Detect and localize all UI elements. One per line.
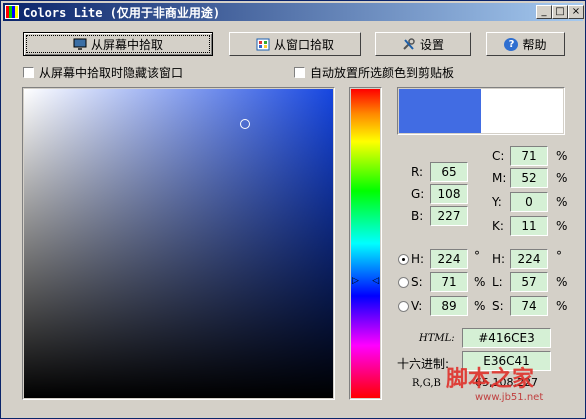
hsl-h-label: H: (492, 252, 506, 266)
y-label: Y: (492, 195, 502, 209)
help-button[interactable]: ? 帮助 (486, 32, 565, 56)
g-label: G: (411, 187, 425, 201)
hex-label: 十六进制: (397, 357, 450, 371)
watermark-url: www.jb51.net (475, 392, 544, 403)
hue-marker-left-icon[interactable]: ▷ (352, 276, 359, 286)
c-unit: % (556, 149, 568, 163)
m-unit: % (556, 171, 568, 185)
hsl-l-field[interactable]: 57 (510, 272, 548, 292)
pick-from-window-label: 从窗口拾取 (273, 37, 334, 52)
k-unit: % (556, 219, 568, 233)
m-label: M: (492, 171, 507, 185)
hsv-v-unit: % (474, 299, 486, 313)
settings-button[interactable]: 设置 (375, 32, 471, 56)
r-field[interactable]: 65 (430, 162, 468, 182)
compare-color-swatch (481, 89, 563, 133)
b-label: B: (411, 209, 424, 223)
pick-from-screen-button[interactable]: 从屏幕中拾取 (23, 32, 213, 56)
m-field[interactable]: 52 (510, 168, 548, 188)
hsl-s-label: S: (492, 299, 504, 313)
hsv-s-unit: % (474, 275, 486, 289)
checkbox-box[interactable] (294, 67, 305, 78)
hsv-v-field[interactable]: 89 (430, 296, 468, 316)
hsv-v-label: V: (411, 299, 423, 313)
hue-slider-frame: ▷ ◁ (349, 87, 382, 400)
c-label: C: (492, 149, 505, 163)
tools-icon (402, 37, 416, 51)
hsl-s-field[interactable]: 74 (510, 296, 548, 316)
hide-window-label: 从屏幕中拾取时隐藏该窗口 (39, 66, 184, 80)
window-grid-icon (256, 38, 270, 51)
k-field[interactable]: 11 (510, 216, 548, 236)
saturation-value-field[interactable] (24, 89, 333, 398)
window-title: Colors Lite (仅用于非商业用途) (23, 5, 221, 20)
auto-copy-label: 自动放置所选颜色到剪贴板 (310, 66, 455, 80)
hsl-h-field[interactable]: 224 (510, 249, 548, 269)
maximize-button[interactable]: □ (552, 5, 568, 19)
g-field[interactable]: 108 (430, 184, 468, 204)
rgb-code-label: R,G,B (412, 378, 441, 389)
help-label: 帮助 (522, 37, 547, 52)
app-icon (5, 5, 19, 19)
c-field[interactable]: 71 (510, 146, 548, 166)
minimize-button[interactable]: _ (536, 5, 552, 19)
hsv-h-label: H: (411, 252, 425, 266)
pick-from-window-button[interactable]: 从窗口拾取 (229, 32, 361, 56)
hsv-v-radio[interactable] (398, 301, 409, 312)
hue-slider[interactable]: ▷ ◁ (351, 89, 380, 398)
hsv-h-radio[interactable] (398, 254, 409, 265)
color-preview (397, 87, 565, 135)
hsv-s-label: S: (411, 275, 423, 289)
selected-color-swatch (399, 89, 481, 133)
monitor-icon (73, 38, 87, 51)
y-unit: % (556, 195, 568, 209)
hsv-s-field[interactable]: 71 (430, 272, 468, 292)
pick-from-screen-label: 从屏幕中拾取 (90, 37, 163, 52)
color-cursor[interactable] (240, 119, 250, 129)
color-field-frame (22, 87, 335, 400)
hsv-h-unit: ° (474, 249, 480, 263)
auto-copy-checkbox[interactable]: 自动放置所选颜色到剪贴板 (294, 64, 454, 81)
y-field[interactable]: 0 (510, 192, 548, 212)
checkbox-box[interactable] (23, 67, 34, 78)
close-button[interactable]: × (568, 5, 584, 19)
hsl-l-unit: % (556, 275, 568, 289)
html-label: HTML: (419, 333, 455, 344)
hsl-h-unit: ° (556, 249, 562, 263)
html-code-field[interactable]: #416CE3 (462, 328, 551, 348)
b-field[interactable]: 227 (430, 206, 468, 226)
help-icon: ? (504, 37, 519, 51)
hsv-h-field[interactable]: 224 (430, 249, 468, 269)
watermark-text: 脚本之家 (446, 366, 535, 392)
hsl-s-unit: % (556, 299, 568, 313)
app-window: Colors Lite (仅用于非商业用途) _ □ × 从屏幕中拾取 从窗口拾… (0, 0, 586, 419)
hide-window-checkbox[interactable]: 从屏幕中拾取时隐藏该窗口 (23, 64, 183, 81)
hue-marker-right-icon[interactable]: ◁ (372, 276, 379, 286)
title-bar[interactable]: Colors Lite (仅用于非商业用途) _ □ × (3, 3, 584, 21)
hsv-s-radio[interactable] (398, 277, 409, 288)
r-label: R: (411, 165, 424, 179)
hsl-l-label: L: (492, 275, 503, 289)
settings-label: 设置 (419, 37, 444, 52)
k-label: K: (492, 219, 504, 233)
